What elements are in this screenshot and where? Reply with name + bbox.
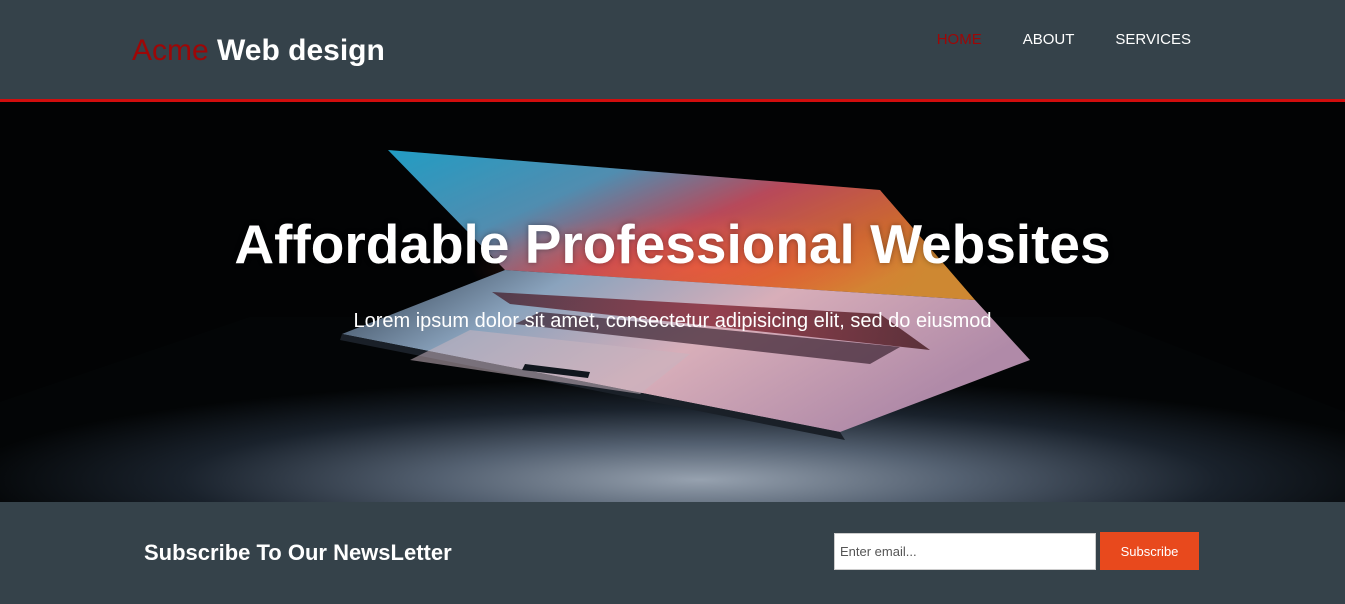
- site-logo[interactable]: Acme Web design: [132, 33, 385, 69]
- main-nav: HOME ABOUT SERVICES: [896, 31, 1191, 49]
- hero-title: Affordable Professional Websites: [234, 213, 1111, 275]
- logo-text: Web design: [208, 34, 385, 67]
- email-input[interactable]: [834, 533, 1096, 570]
- nav-item-services: SERVICES: [1115, 31, 1191, 49]
- site-header: Acme Web design HOME ABOUT SERVICES: [0, 0, 1345, 99]
- nav-link-about[interactable]: ABOUT: [1023, 31, 1075, 49]
- nav-link-services[interactable]: SERVICES: [1115, 31, 1191, 49]
- hero-subtitle: Lorem ipsum dolor sit amet, consectetur …: [353, 310, 992, 332]
- showcase-hero: Affordable Professional Websites Lorem i…: [0, 102, 1345, 502]
- logo-highlight: Acme: [132, 34, 209, 67]
- newsletter-heading: Subscribe To Our NewsLetter: [144, 540, 452, 565]
- laptop-background-image: [0, 102, 1345, 502]
- nav-link-home[interactable]: HOME: [937, 31, 982, 49]
- subscribe-button[interactable]: Subscribe: [1100, 532, 1199, 570]
- nav-item-home: HOME: [937, 31, 982, 49]
- nav-item-about: ABOUT: [1023, 31, 1075, 49]
- newsletter-section: Subscribe To Our NewsLetter Subscribe: [0, 502, 1345, 604]
